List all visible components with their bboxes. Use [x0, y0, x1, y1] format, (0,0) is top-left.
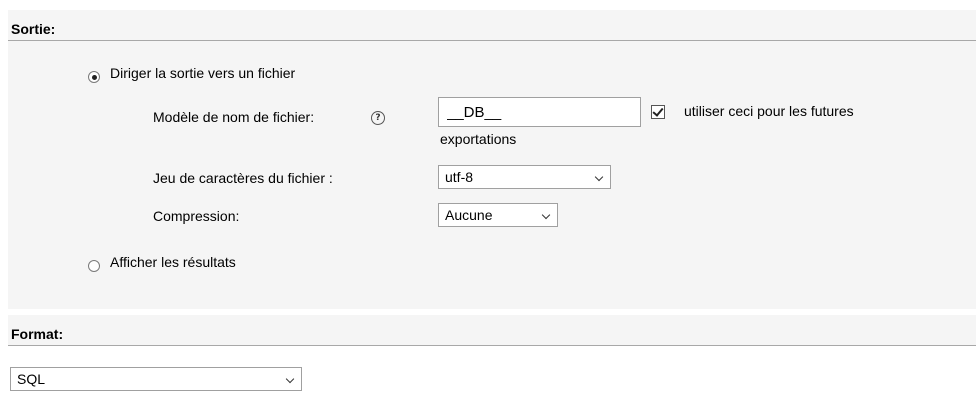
sortie-title: Sortie:: [11, 21, 56, 37]
format-section-header: Format:: [8, 315, 976, 346]
checkmark-icon: [652, 105, 664, 117]
remember-template-label-cont[interactable]: exportations: [440, 131, 516, 147]
charset-select[interactable]: utf-8: [438, 165, 611, 189]
compression-selected-value: Aucune: [445, 207, 493, 223]
chevron-down-icon: [285, 374, 295, 384]
help-icon[interactable]: ?: [371, 111, 385, 125]
chevron-down-icon: [541, 210, 551, 220]
chevron-down-icon: [594, 172, 604, 182]
display-results-label[interactable]: Afficher les résultats: [110, 254, 236, 270]
charset-selected-value: utf-8: [445, 169, 474, 185]
radio-selected-dot: [91, 74, 97, 80]
display-results-radio[interactable]: [88, 260, 100, 272]
format-select[interactable]: SQL: [10, 367, 302, 391]
format-selected-value: SQL: [17, 371, 46, 387]
charset-label: Jeu de caractères du fichier :: [153, 170, 333, 186]
output-to-file-radio[interactable]: [88, 71, 100, 83]
compression-select[interactable]: Aucune: [438, 203, 558, 227]
filename-template-input[interactable]: [438, 97, 641, 127]
format-title: Format:: [11, 326, 64, 342]
filename-template-label: Modèle de nom de fichier:: [153, 109, 315, 125]
remember-template-checkbox[interactable]: [651, 105, 665, 119]
compression-label: Compression:: [153, 208, 240, 224]
sortie-section-header: Sortie:: [8, 10, 976, 41]
output-to-file-label[interactable]: Diriger la sortie vers un fichier: [110, 65, 295, 81]
remember-template-label[interactable]: utiliser ceci pour les futures: [684, 103, 854, 119]
